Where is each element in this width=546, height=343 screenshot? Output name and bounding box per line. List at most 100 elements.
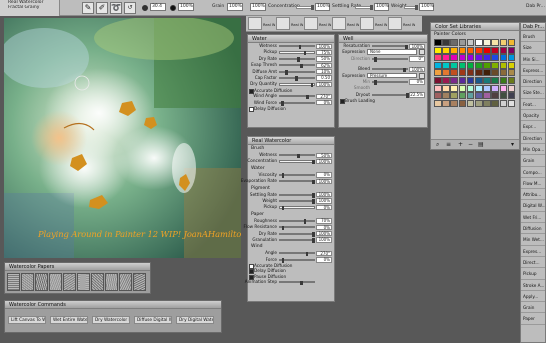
color-swatch[interactable]	[474, 61, 483, 69]
color-swatch[interactable]	[483, 39, 491, 46]
color-swatch[interactable]	[483, 76, 491, 84]
color-swatch[interactable]	[434, 99, 442, 107]
color-swatch[interactable]	[466, 84, 475, 92]
color-swatch[interactable]	[434, 92, 442, 100]
pigment-pickup-value[interactable]: 0%	[316, 204, 332, 211]
right-panel-item[interactable]: Opacity	[521, 110, 545, 122]
water-viscosity-slider[interactable]	[279, 173, 315, 178]
watercolor-command-button[interactable]: Dry Watercolor L...	[92, 316, 130, 324]
evap-thresh-slider[interactable]	[279, 63, 315, 69]
well-panel-title[interactable]: Well	[339, 35, 427, 43]
color-swatch[interactable]	[499, 39, 508, 46]
color-swatch[interactable]	[442, 61, 450, 69]
color-swatch[interactable]	[450, 99, 458, 107]
dry-quantity-value[interactable]: 100%	[316, 81, 332, 88]
color-swatch-grid[interactable]	[434, 39, 519, 107]
right-panel-item[interactable]: Min Wet...	[521, 234, 545, 246]
color-swatch[interactable]	[466, 69, 475, 77]
color-swatch[interactable]	[507, 46, 516, 54]
paper-swatch-row[interactable]	[5, 271, 150, 293]
right-panel-item[interactable]: Size Ste...	[521, 87, 545, 99]
paper-granulation-value[interactable]: 100%	[316, 237, 332, 243]
concentration-field[interactable]: 100%	[315, 3, 330, 11]
pickup-value[interactable]: 75%	[316, 49, 332, 56]
paper-texture-thumbnail[interactable]	[133, 273, 146, 291]
color-swatch[interactable]	[458, 69, 467, 77]
brush-wetness-slider[interactable]	[279, 153, 315, 158]
wind-angle-value[interactable]: 270°	[316, 250, 332, 257]
color-swatch[interactable]	[499, 61, 508, 69]
right-panel-item[interactable]: Grain	[521, 302, 545, 314]
right-panel-item[interactable]: Grain	[521, 155, 545, 167]
color-swatch[interactable]	[458, 99, 467, 107]
color-swatch[interactable]	[507, 39, 516, 46]
paper-roughness-slider[interactable]	[279, 219, 315, 224]
color-swatch[interactable]	[450, 92, 458, 100]
color-swatch[interactable]	[507, 76, 516, 84]
color-swatch[interactable]	[507, 84, 516, 92]
variant-button[interactable]	[248, 17, 262, 30]
water-evaporation-rate-slider[interactable]	[279, 179, 315, 185]
min-slider[interactable]	[372, 80, 408, 85]
right-panel-item[interactable]: Direct...	[521, 257, 545, 269]
color-swatch[interactable]	[442, 76, 450, 84]
color-swatch[interactable]	[442, 54, 450, 62]
color-swatch[interactable]	[466, 99, 475, 107]
color-swatch[interactable]	[434, 54, 442, 62]
color-swatch[interactable]	[474, 39, 483, 46]
variant-button[interactable]	[388, 17, 402, 30]
variant-button[interactable]	[360, 17, 374, 30]
color-swatch[interactable]	[458, 46, 467, 54]
brush-concentration-slider[interactable]	[279, 159, 315, 165]
watercolor-papers-title[interactable]: Watercolor Papers	[5, 263, 150, 271]
color-swatch[interactable]	[458, 92, 467, 100]
paper-dry-rate-slider[interactable]	[279, 232, 315, 237]
right-panel-item[interactable]: Direction	[521, 133, 545, 144]
cap-factor-slider[interactable]	[279, 76, 315, 81]
color-swatch[interactable]	[483, 46, 491, 54]
watercolor-commands-title[interactable]: Watercolor Commands	[5, 301, 221, 309]
variant-button[interactable]	[276, 17, 290, 30]
color-swatch[interactable]	[434, 69, 442, 77]
color-swatch[interactable]	[442, 84, 450, 92]
evap-thresh-value[interactable]: 62%	[316, 62, 332, 69]
pigment-settling-rate-slider[interactable]	[279, 193, 315, 198]
paper-roughness-value[interactable]: 70%	[316, 218, 332, 224]
direction-slider[interactable]	[372, 57, 408, 62]
color-swatch[interactable]	[499, 54, 508, 62]
expression-dropdown[interactable]: None	[367, 49, 417, 55]
color-swatch[interactable]	[458, 61, 467, 69]
paper-texture-thumbnail[interactable]	[21, 273, 34, 291]
wind-force-value[interactable]: 0%	[316, 257, 332, 263]
color-swatch[interactable]	[458, 76, 467, 84]
color-swatch[interactable]	[458, 54, 467, 62]
color-swatch[interactable]	[474, 69, 483, 77]
wind-angle-slider[interactable]	[279, 94, 315, 100]
search-icon[interactable]: ⌕	[436, 141, 439, 149]
paper-dry-rate-value[interactable]: 100%	[316, 231, 332, 237]
color-swatch[interactable]	[491, 99, 499, 107]
wetness-slider[interactable]	[279, 44, 315, 49]
wind-force-slider[interactable]	[279, 101, 315, 106]
right-panel-item[interactable]: Compo...	[521, 167, 545, 178]
color-swatch[interactable]	[474, 99, 483, 107]
color-swatch[interactable]	[491, 84, 499, 92]
color-swatch[interactable]	[491, 39, 499, 46]
color-swatch[interactable]	[474, 54, 483, 62]
right-panel-item[interactable]: Paper	[521, 313, 545, 325]
wind-angle-slider[interactable]	[279, 251, 315, 257]
color-swatch[interactable]	[450, 76, 458, 84]
resaturation-slider[interactable]	[372, 44, 408, 49]
animation-step-slider[interactable]	[279, 280, 315, 286]
watercolor-command-button[interactable]: Lift Canvas To Wa...	[8, 316, 46, 324]
right-panel-item[interactable]: Direction	[521, 76, 545, 88]
color-swatch[interactable]	[442, 99, 450, 107]
color-swatch[interactable]	[483, 92, 491, 100]
watercolor-command-button[interactable]: Wet Entire Water...	[50, 316, 88, 324]
grain-field[interactable]: 100%	[227, 3, 243, 11]
color-swatch[interactable]	[466, 76, 475, 84]
color-swatch[interactable]	[483, 61, 491, 69]
right-panel-item[interactable]: Stroke A...	[521, 280, 545, 291]
expression-dropdown-2[interactable]: Pressure	[367, 72, 417, 79]
color-swatch[interactable]	[483, 99, 491, 107]
